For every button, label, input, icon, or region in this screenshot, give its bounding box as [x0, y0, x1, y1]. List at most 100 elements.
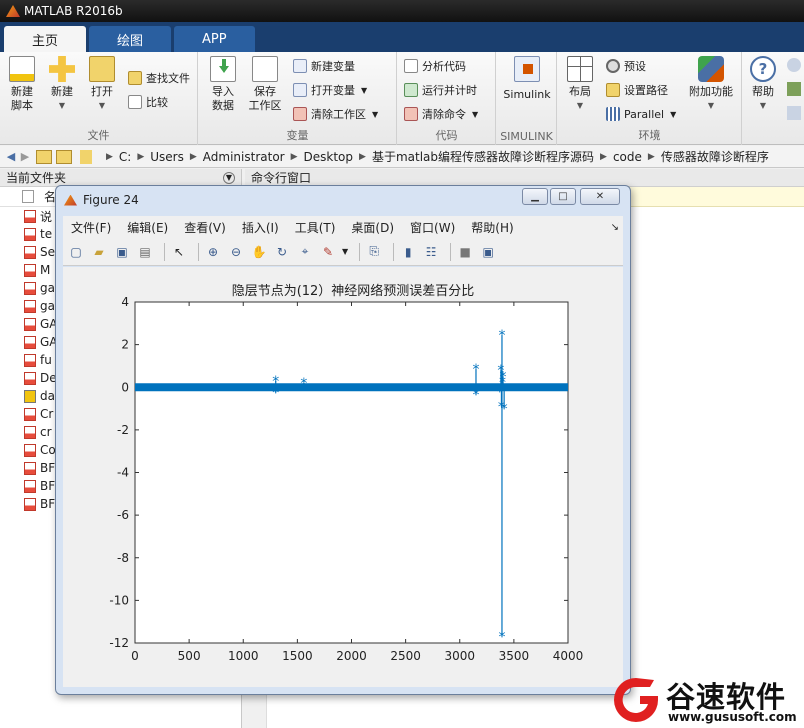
forward-arrow-icon[interactable]: ▶ — [18, 150, 32, 163]
simulink-button[interactable]: Simulink — [501, 56, 553, 102]
hide-plot-tools-icon[interactable]: ■ — [456, 243, 474, 261]
find-files-button[interactable]: 查找文件 — [128, 68, 190, 88]
clear-commands-button[interactable]: 清除命令 ▼ — [404, 104, 478, 124]
close-icon: ✕ — [595, 191, 605, 202]
watermark: 谷速软件 www.gususoft.com — [606, 672, 804, 728]
breadcrumb-item[interactable]: 基于matlab编程传感器故障诊断程序源码 — [372, 148, 594, 165]
menu-desktop[interactable]: 桌面(D) — [343, 219, 402, 236]
breadcrumb-item[interactable]: C: — [119, 150, 131, 164]
menu-tools[interactable]: 工具(T) — [287, 219, 344, 236]
parallel-button[interactable]: Parallel ▼ — [606, 104, 676, 124]
breadcrumb-item[interactable]: 传感器故障诊断程序 — [661, 148, 769, 165]
new-button[interactable]: 新建 ▼ — [42, 56, 82, 113]
brush-icon[interactable]: ✎ — [319, 243, 337, 261]
maximize-button[interactable]: □ — [550, 188, 576, 205]
breadcrumb-separator-icon[interactable]: ▶ — [291, 152, 298, 162]
tab-apps[interactable]: APP — [174, 26, 255, 52]
eraser-icon — [293, 107, 307, 121]
compare-button[interactable]: 比较 — [128, 92, 168, 112]
colorbar-icon[interactable]: ▮ — [399, 243, 417, 261]
tab-plots[interactable]: 绘图 — [89, 26, 172, 52]
clear-workspace-button[interactable]: 清除工作区 ▼ — [293, 104, 378, 124]
rotate-3d-icon[interactable]: ↻ — [273, 243, 291, 261]
folder-icon — [80, 149, 92, 164]
save-icon[interactable]: ▣ — [113, 243, 131, 261]
gear-icon — [606, 59, 620, 73]
open-button[interactable]: 打开 ▼ — [82, 56, 122, 113]
close-button[interactable]: ✕ — [580, 188, 620, 205]
y-tick-label: -8 — [117, 551, 129, 565]
data-point-marker: * — [498, 630, 505, 646]
help-icon: ? — [750, 56, 776, 82]
breadcrumb-item[interactable]: Users — [150, 150, 184, 164]
zoom-in-icon[interactable]: ⊕ — [204, 243, 222, 261]
breadcrumb-separator-icon[interactable]: ▶ — [137, 152, 144, 162]
import-data-button[interactable]: 导入 数据 — [203, 56, 243, 113]
layout-button[interactable]: 布局 ▼ — [560, 56, 600, 113]
learn-matlab-icon[interactable] — [787, 106, 801, 120]
y-tick-label: -10 — [109, 593, 129, 607]
x-tick-label: 500 — [178, 649, 201, 663]
file-icon — [24, 425, 36, 439]
breadcrumb-separator-icon[interactable]: ▶ — [600, 152, 607, 162]
open-file-icon[interactable]: ▰ — [90, 243, 108, 261]
addons-button[interactable]: 附加功能 ▼ — [686, 56, 736, 113]
breadcrumb-separator-icon[interactable]: ▶ — [648, 152, 655, 162]
pointer-icon[interactable]: ↖ — [170, 243, 188, 261]
community-icon[interactable] — [787, 58, 801, 72]
menu-edit[interactable]: 编辑(E) — [119, 219, 176, 236]
data-point-marker: * — [498, 328, 505, 344]
breadcrumb-separator-icon[interactable]: ▶ — [359, 152, 366, 162]
tab-home[interactable]: 主页 — [4, 26, 87, 52]
chevron-down-icon[interactable]: ▼ — [342, 247, 348, 256]
pan-icon[interactable]: ✋ — [250, 243, 268, 261]
menu-file[interactable]: 文件(F) — [63, 219, 119, 236]
analyze-code-button[interactable]: 分析代码 — [404, 56, 466, 76]
back-arrow-icon[interactable]: ◀ — [4, 150, 18, 163]
browse-folder-icon[interactable] — [56, 149, 72, 164]
new-variable-button[interactable]: 新建变量 — [293, 56, 355, 76]
figure-window: Figure 24 ▁ □ ✕ 文件(F) 编辑(E) 查看(V) 插入(I) … — [55, 185, 631, 695]
breadcrumb-item[interactable]: Administrator — [203, 150, 285, 164]
file-name: BF — [40, 479, 56, 493]
menu-window[interactable]: 窗口(W) — [402, 219, 463, 236]
minimize-button[interactable]: ▁ — [522, 188, 548, 205]
up-folder-icon[interactable] — [36, 149, 52, 164]
set-path-button[interactable]: 设置路径 — [606, 80, 668, 100]
maximize-icon: □ — [558, 191, 568, 202]
data-cursor-icon[interactable]: ⌖ — [296, 243, 314, 261]
breadcrumb-separator-icon[interactable]: ▶ — [106, 152, 113, 162]
print-icon[interactable]: ▤ — [136, 243, 154, 261]
new-script-button[interactable]: 新建 脚本 — [2, 56, 42, 113]
y-tick-label: -12 — [109, 636, 129, 650]
help-button[interactable]: ? 帮助 ▼ — [743, 56, 783, 113]
figure-title: Figure 24 — [83, 193, 139, 207]
zoom-out-icon[interactable]: ⊖ — [227, 243, 245, 261]
import-data-label: 导入 数据 — [212, 85, 234, 112]
menu-view[interactable]: 查看(V) — [176, 219, 234, 236]
breadcrumb-item[interactable]: Desktop — [304, 150, 354, 164]
dock-arrow-icon[interactable]: ↘ — [611, 222, 619, 233]
addons-label: 附加功能 — [689, 85, 733, 98]
panel-menu-icon[interactable]: ▼ — [223, 171, 235, 184]
save-workspace-icon — [252, 56, 278, 82]
chevron-down-icon: ▼ — [361, 85, 368, 95]
legend-icon[interactable]: ☷ — [422, 243, 440, 261]
data-file-icon — [24, 389, 36, 403]
preferences-button[interactable]: 预设 — [606, 56, 646, 76]
new-figure-icon[interactable]: ▢ — [67, 243, 85, 261]
simulink-group: Simulink SIMULINK — [497, 52, 557, 145]
show-plot-tools-icon[interactable]: ▣ — [479, 243, 497, 261]
file-icon — [24, 335, 36, 349]
open-variable-button[interactable]: 打开变量 ▼ — [293, 80, 367, 100]
menu-help[interactable]: 帮助(H) — [463, 219, 521, 236]
request-support-icon[interactable] — [787, 82, 801, 96]
breadcrumb-item[interactable]: code — [613, 150, 642, 164]
breadcrumb-separator-icon[interactable]: ▶ — [190, 152, 197, 162]
save-workspace-button[interactable]: 保存 工作区 — [245, 56, 285, 113]
link-plot-icon[interactable]: ⎘ — [365, 243, 383, 261]
new-label: 新建 — [51, 85, 73, 98]
run-and-time-button[interactable]: 运行并计时 — [404, 80, 477, 100]
new-variable-label: 新建变量 — [311, 60, 355, 73]
menu-insert[interactable]: 插入(I) — [234, 219, 287, 236]
